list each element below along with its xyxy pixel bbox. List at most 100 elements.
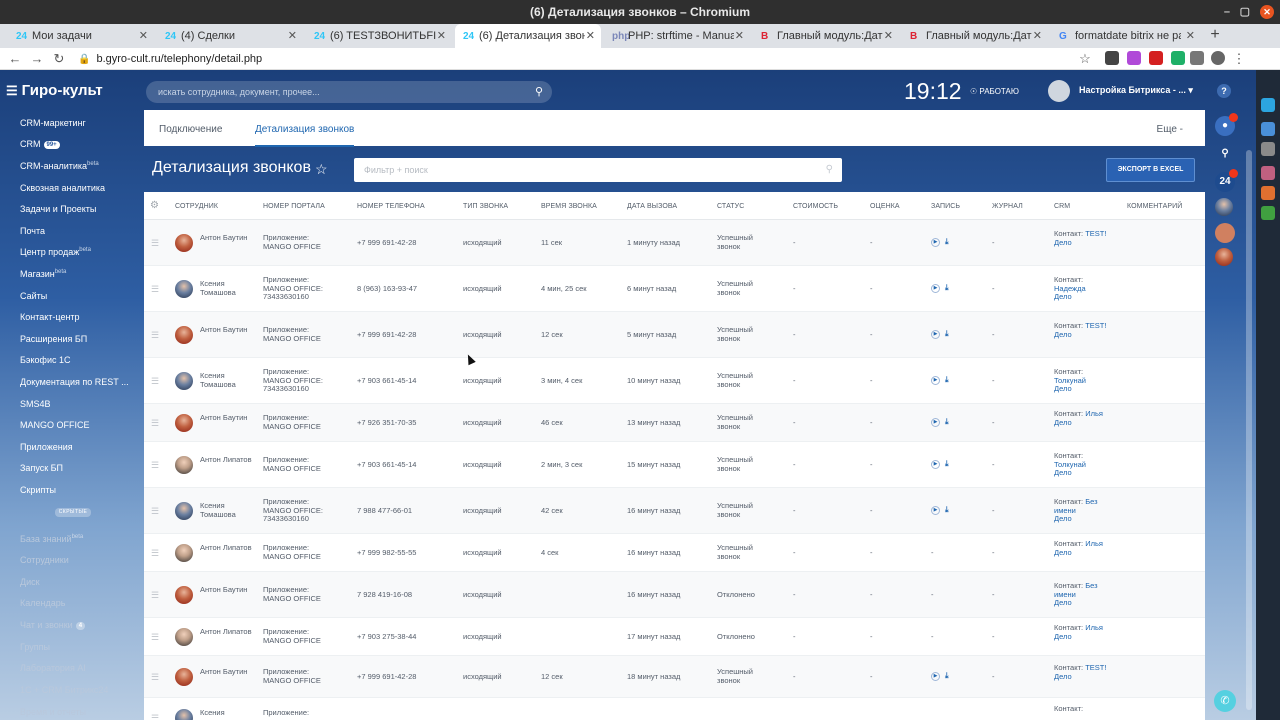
play-icon[interactable]: ▶	[931, 418, 940, 427]
avatar[interactable]	[175, 234, 193, 252]
tab-close-icon[interactable]: ✕	[437, 24, 446, 48]
column-header[interactable]: Журнал	[992, 203, 1023, 210]
tab-connection[interactable]: Подключение	[159, 124, 222, 135]
table-row[interactable]: ☰ Антон Баутин Приложение: MANGO OFFICE +7 …	[144, 220, 1205, 266]
drag-handle-icon[interactable]: ☰	[151, 632, 159, 643]
more-menu-button[interactable]: Еще -	[1157, 124, 1183, 135]
search-icon[interactable]: ⚲	[535, 81, 543, 103]
drag-handle-icon[interactable]: ☰	[151, 330, 159, 341]
download-icon[interactable]: ⤓	[945, 238, 949, 247]
drag-handle-icon[interactable]: ☰	[151, 713, 159, 720]
table-row[interactable]: ☰ Антон Липатов Приложение: MANGO OFFICE +7…	[144, 618, 1205, 656]
crm-deal-link[interactable]: Дело	[1054, 384, 1072, 393]
avatar[interactable]	[175, 544, 193, 562]
export-excel-button[interactable]: ЭКСПОРТ В EXCEL	[1106, 158, 1195, 182]
sidebar-item-crm-marketing[interactable]: CRM-маркетинг	[20, 118, 86, 128]
crm-deal-link[interactable]: Дело	[1054, 672, 1072, 681]
employee-name[interactable]: Антон Баутин	[200, 667, 262, 677]
back-icon[interactable]: ←	[6, 50, 24, 68]
table-row[interactable]: ☰ Антон Баутин Приложение: MANGO OFFICE +7 …	[144, 404, 1205, 442]
hidden-items-divider[interactable]: СКРЫТЫЕ	[55, 508, 91, 517]
employee-name[interactable]: Ксения	[200, 708, 262, 718]
sidebar-item-mail[interactable]: Почта	[20, 226, 45, 236]
browser-tab[interactable]: 24 (4) Сделки ✕	[157, 24, 303, 48]
close-icon[interactable]: ✕	[1260, 5, 1274, 19]
column-header[interactable]: Запись	[931, 203, 960, 210]
table-row[interactable]: ☰ Ксения Томашова Приложение: MANGO OFFICE…	[144, 266, 1205, 312]
sidebar-item-knowledge-base[interactable]: База знанийbeta	[20, 534, 83, 544]
crm-contact-link[interactable]: Илья	[1085, 409, 1103, 418]
avatar[interactable]	[175, 456, 193, 474]
table-row[interactable]: ☰ Антон Баутин Приложение: MANGO OFFICE +7 …	[144, 656, 1205, 698]
avatar[interactable]	[1215, 198, 1233, 216]
app-icon[interactable]	[1261, 206, 1275, 220]
extension-icon[interactable]	[1171, 51, 1185, 65]
play-icon[interactable]: ▶	[931, 284, 940, 293]
browser-tab[interactable]: phpPHP: strftime - Manual ✕	[604, 24, 750, 48]
menu-icon[interactable]: ☰	[6, 83, 18, 98]
table-row[interactable]: ☰ Ксения Томашова Приложение: MANGO OFFICE…	[144, 358, 1205, 404]
extension-icon[interactable]	[1105, 51, 1119, 65]
bitrix24-chat-icon[interactable]: 24	[1215, 169, 1238, 192]
column-header[interactable]: Номер телефона	[357, 203, 425, 210]
avatar[interactable]	[175, 502, 193, 520]
crm-deal-link[interactable]: Дело	[1054, 238, 1072, 247]
page-scrollbar[interactable]	[1246, 150, 1252, 710]
help-icon[interactable]: ?	[1217, 84, 1231, 98]
download-icon[interactable]: ⤓	[945, 418, 949, 427]
tab-close-icon[interactable]: ✕	[735, 24, 744, 48]
user-menu[interactable]: Настройка Битрикса - ... ▾	[1079, 85, 1193, 96]
table-row[interactable]: ☰ Антон Баутин Приложение: MANGO OFFICE 7 9…	[144, 572, 1205, 618]
filter-search-input[interactable]: Фильтр + поиск ⚲	[354, 158, 842, 182]
play-icon[interactable]: ▶	[931, 238, 940, 247]
crm-deal-link[interactable]: Дело	[1054, 632, 1072, 641]
crm-deal-link[interactable]: Дело	[1054, 418, 1072, 427]
tab-close-icon[interactable]: ✕	[1033, 24, 1042, 48]
sidebar-item-mango-office[interactable]: MANGO OFFICE	[20, 420, 90, 430]
new-tab-button[interactable]: +	[1205, 24, 1225, 48]
employee-name[interactable]: Антон Липатов	[200, 455, 262, 465]
extension-icon[interactable]	[1127, 51, 1141, 65]
tab-close-icon[interactable]: ✕	[288, 24, 297, 48]
play-icon[interactable]: ▶	[931, 506, 940, 515]
browser-tab[interactable]: B Главный модуль:Дата ✕	[753, 24, 899, 48]
column-header[interactable]: Время звонка	[541, 203, 597, 210]
portal-logo[interactable]: ☰ Гиро-культ	[6, 82, 103, 99]
extensions-puzzle-icon[interactable]	[1190, 51, 1204, 65]
sidebar-item-time-reports[interactable]: Время и отчеты	[20, 707, 86, 717]
browser-menu-icon[interactable]: ⋮	[1230, 50, 1248, 68]
search-icon[interactable]: ⚲	[826, 158, 833, 182]
avatar[interactable]	[175, 372, 193, 390]
column-header[interactable]: Статус	[717, 203, 744, 210]
tab-close-icon[interactable]: ✕	[586, 24, 595, 48]
column-header[interactable]: Стоимость	[793, 203, 838, 210]
drag-handle-icon[interactable]: ☰	[151, 506, 159, 517]
sidebar-item-sms4b[interactable]: SMS4B	[20, 399, 51, 409]
employee-name[interactable]: Антон Липатов	[200, 627, 262, 637]
sidebar-item-calendar[interactable]: Календарь	[20, 598, 65, 608]
crm-contact-link[interactable]: TEST!	[1085, 229, 1106, 238]
sidebar-item-sites[interactable]: Сайты	[20, 291, 47, 301]
download-icon[interactable]: ⤓	[945, 376, 949, 385]
sidebar-item-bp-extensions[interactable]: Расширения БП	[20, 334, 87, 344]
sidebar-item-employees[interactable]: Сотрудники	[20, 555, 69, 565]
column-header[interactable]: Тип звонка	[463, 203, 508, 210]
avatar[interactable]	[1215, 223, 1235, 243]
crm-contact-link[interactable]: TEST!	[1085, 663, 1106, 672]
table-row[interactable]: ☰ Ксения Приложение: Контакт:	[144, 698, 1205, 720]
app-icon[interactable]	[1261, 122, 1275, 136]
sidebar-item-backoffice[interactable]: Бэкофис 1С	[20, 355, 70, 365]
sidebar-item-tasks[interactable]: Задачи и Проекты	[20, 204, 96, 214]
employee-name[interactable]: Антон Липатов	[200, 543, 262, 553]
profile-icon[interactable]	[1211, 51, 1225, 65]
column-header[interactable]: Комментарий	[1127, 203, 1182, 210]
crm-deal-link[interactable]: Дело	[1054, 514, 1072, 523]
sidebar-item-store[interactable]: Магазинbeta	[20, 269, 66, 279]
crm-contact-link[interactable]: Илья	[1085, 623, 1103, 632]
drag-handle-icon[interactable]: ☰	[151, 376, 159, 387]
crm-contact-link[interactable]: Илья	[1085, 539, 1103, 548]
global-search-input[interactable]: искать сотрудника, документ, прочее... ⚲	[146, 81, 552, 103]
download-icon[interactable]: ⤓	[945, 284, 949, 293]
drag-handle-icon[interactable]: ☰	[151, 672, 159, 683]
download-icon[interactable]: ⤓	[945, 506, 949, 515]
